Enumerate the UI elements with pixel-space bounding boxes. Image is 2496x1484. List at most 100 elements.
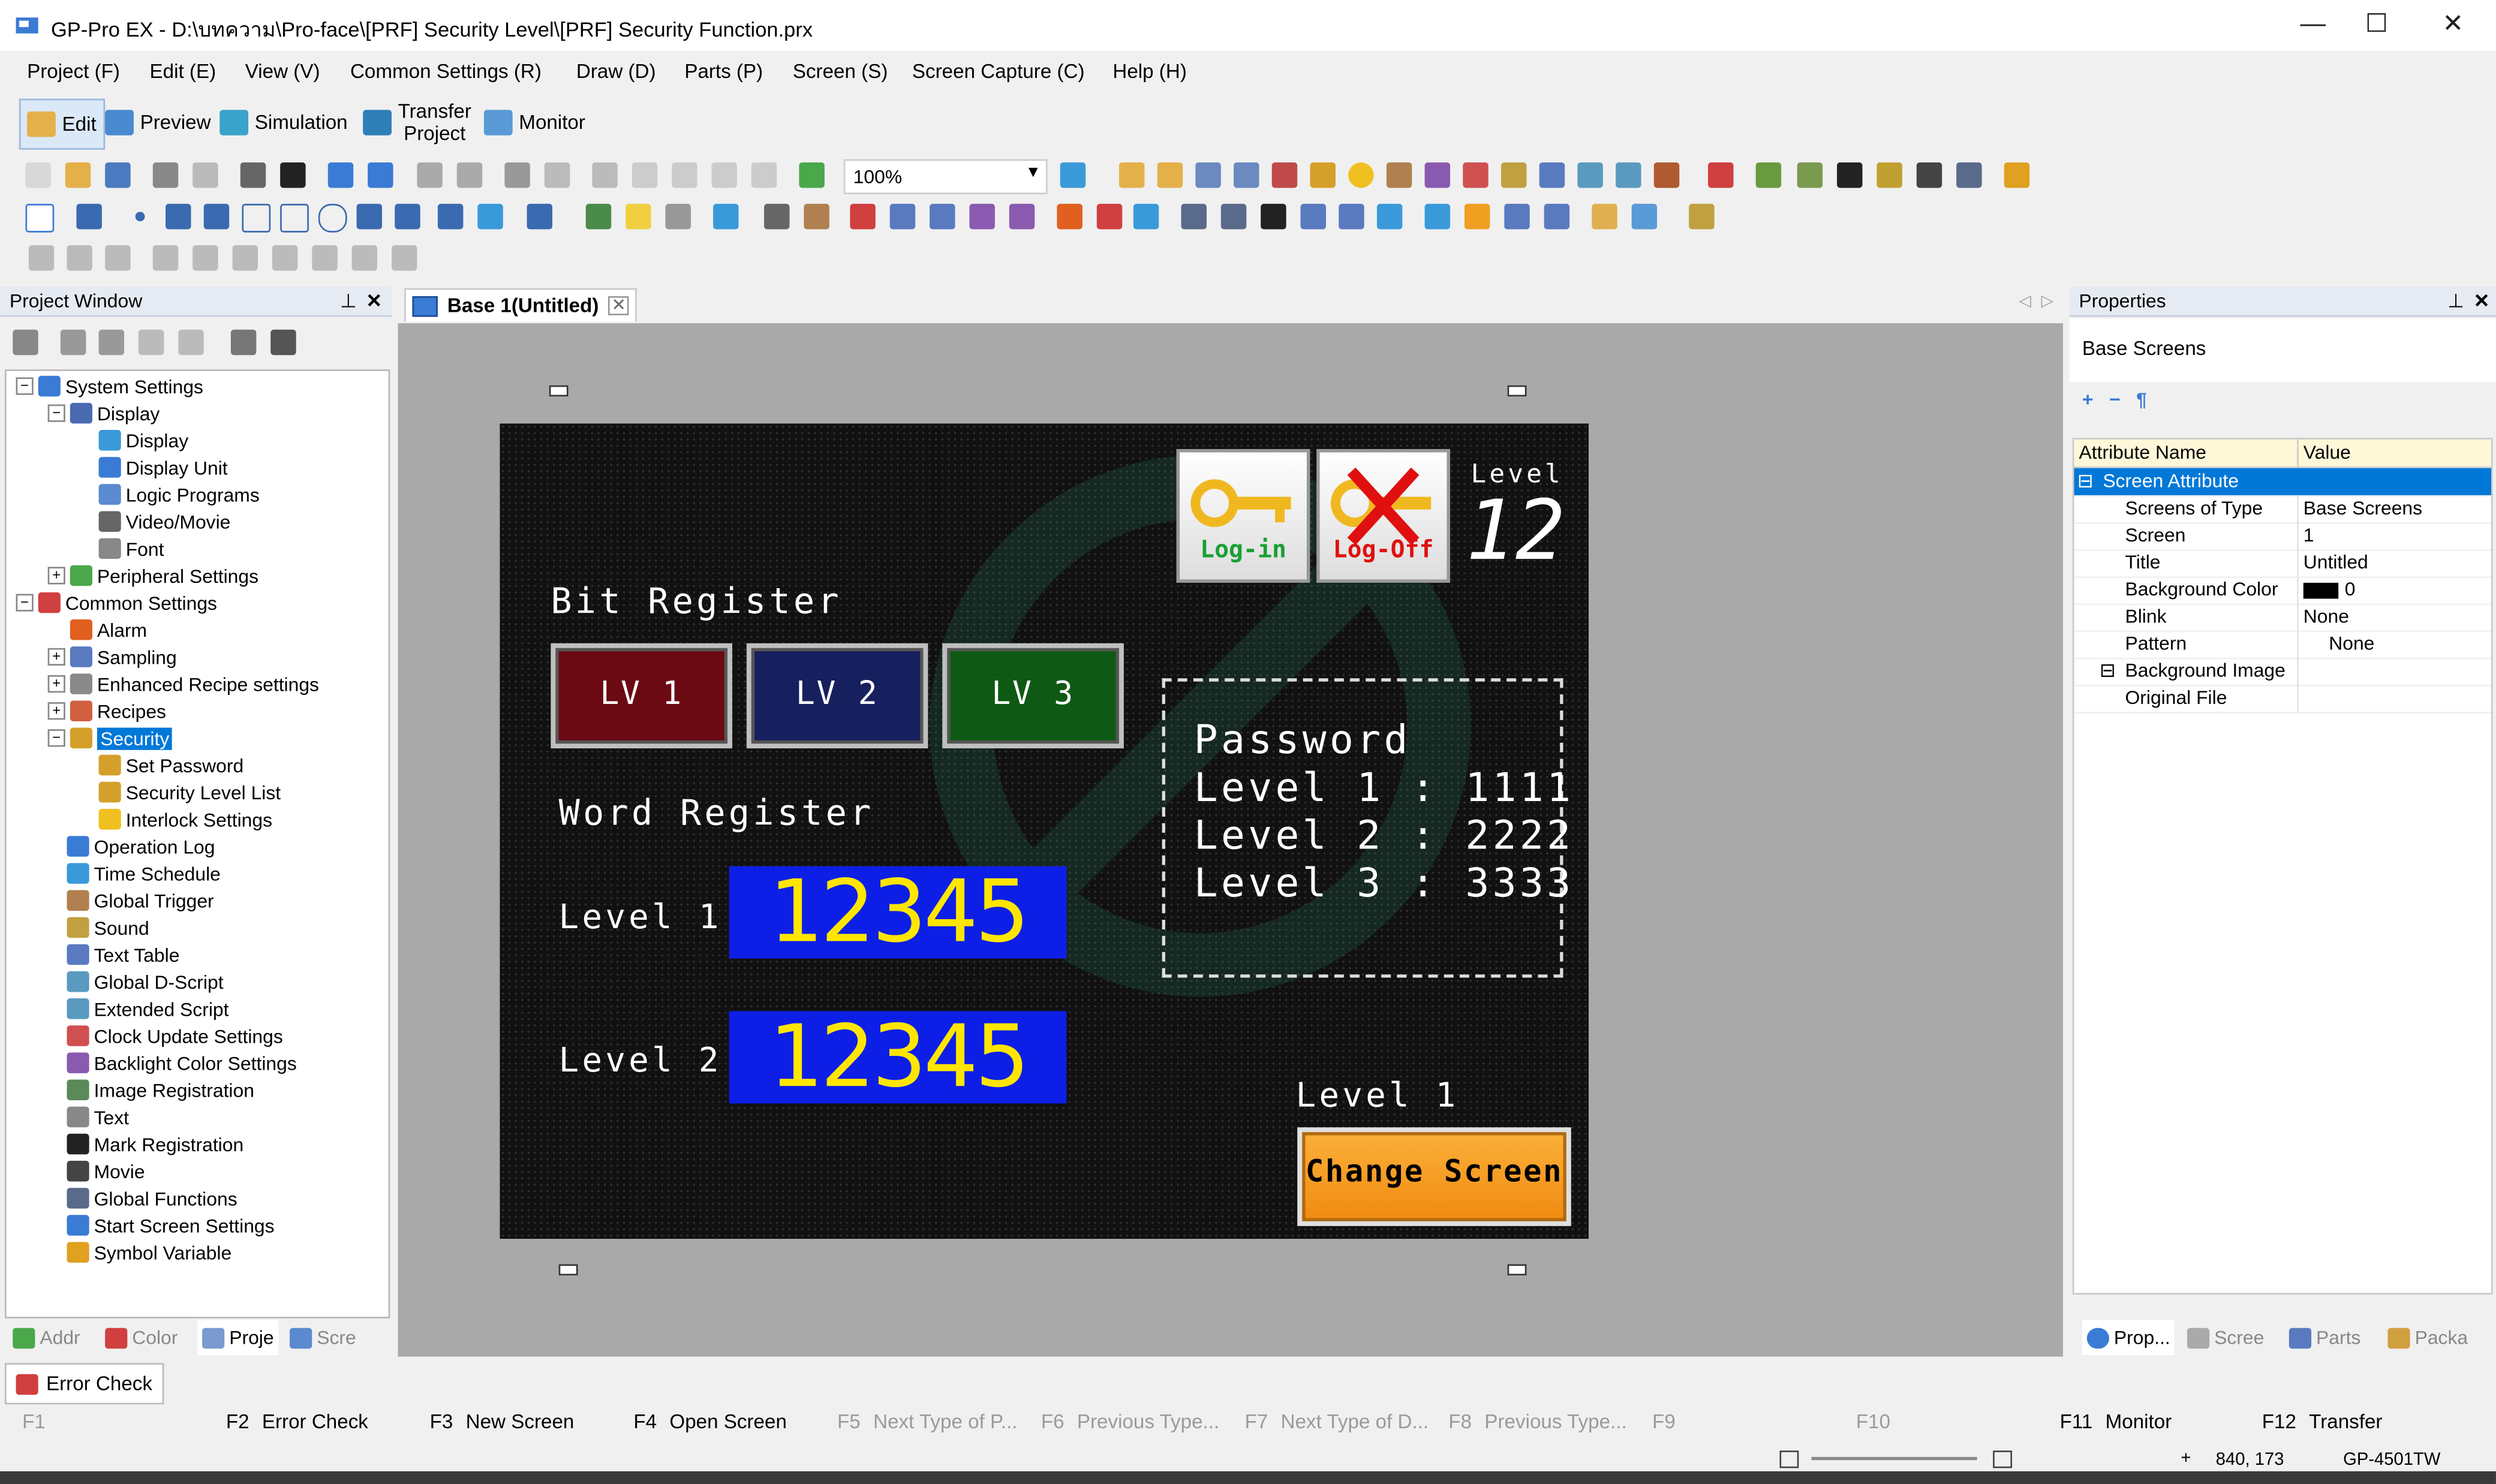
close-button[interactable]: ✕ [2416,0,2489,51]
tb-d7[interactable] [1096,203,1123,230]
minimize-button[interactable]: — [2277,0,2350,51]
lv1-button[interactable]: LV 1 [551,643,732,749]
tab-project[interactable]: Proje [197,1320,279,1355]
expand-icon[interactable]: + [47,648,65,666]
tree-item[interactable]: Movie [48,1158,145,1185]
close-icon[interactable]: ✕ [366,287,382,315]
function-key-f4[interactable]: F4 Open Screen [633,1411,787,1433]
align-left-icon[interactable] [28,245,55,271]
tb-c21[interactable] [1916,162,1942,188]
preview-button[interactable]: Preview [105,99,211,147]
tab-scroll-right-icon[interactable]: ▷ [2041,293,2053,311]
print-preview-icon[interactable] [193,162,218,188]
select-tool-icon[interactable] [25,203,55,233]
tb-d9[interactable] [1181,203,1207,230]
level1-value-display[interactable]: 12345 [729,865,1067,959]
lv3-button[interactable]: LV 3 [942,643,1124,749]
tb-e2[interactable] [152,245,179,271]
tab-scroll-left-icon[interactable]: ◁ [2019,293,2031,311]
tree-item[interactable]: + Enhanced Recipe settings [47,670,319,697]
menu-edit[interactable]: Edit (E) [150,61,216,83]
property-value[interactable]: 1 [2297,522,2314,550]
undo-icon[interactable] [504,162,530,188]
redo-icon[interactable] [544,162,570,188]
collapse-icon[interactable]: ⊟ [2077,468,2094,495]
text-tool-icon[interactable] [76,203,102,230]
tb-d17[interactable] [1504,203,1530,230]
collapse-all-icon[interactable]: − [2109,389,2121,411]
tb-d3[interactable] [804,203,829,230]
tree-item[interactable]: − Security [47,724,173,751]
property-value[interactable]: None [2297,630,2374,658]
tb-d21[interactable] [1689,203,1715,230]
function-key-f12[interactable]: F12 Transfer [2262,1411,2383,1433]
property-row[interactable]: Blink None [2074,603,2491,633]
tab-screen-list[interactable]: Scre [290,1320,356,1354]
switch-tool-icon[interactable] [585,203,612,230]
tb-icon-b[interactable] [456,162,483,188]
close-tab-icon[interactable]: ✕ [608,296,630,315]
open-screen-icon[interactable] [368,162,393,188]
expand-all-icon[interactable]: + [2082,389,2094,411]
edit-mode-button[interactable]: Edit [19,98,104,150]
paragraph-icon[interactable]: ¶ [2136,389,2147,411]
paste-icon[interactable] [672,162,697,188]
tree-item[interactable]: Global Trigger [48,887,214,914]
tree-item[interactable]: Alarm [48,616,147,643]
tb-c16[interactable] [1708,162,1734,188]
tree-item[interactable]: − Display [47,400,160,427]
property-row[interactable]: ⊟ Background Image [2074,657,2491,687]
line-tool-icon[interactable] [166,203,191,230]
property-row[interactable]: Screens of Type Base Screens [2074,495,2491,524]
tb-d5[interactable] [969,203,995,230]
maximize-button[interactable]: ☐ [2340,0,2413,51]
tree-item[interactable]: Global D-Script [48,968,224,995]
tree-item[interactable]: Font [80,535,164,562]
zoom-slider[interactable] [1811,1456,1977,1461]
tb-d11[interactable] [1261,203,1286,230]
lv2-button[interactable]: LV 2 [746,643,928,749]
tb-e5[interactable] [272,245,298,271]
tree-item[interactable]: Display [80,427,188,454]
tb-c9[interactable] [1424,162,1451,188]
print-icon[interactable] [152,162,179,188]
tb-e6[interactable] [312,245,338,271]
tree-item[interactable]: Time Schedule [48,860,221,887]
zoom-select[interactable]: 100% ▼ [843,159,1048,194]
editor-canvas[interactable]: Bit Register LV 1 LV 2 LV 3 Word Registe… [398,323,2063,1357]
tb-d6[interactable] [1009,203,1035,230]
level2-value-display[interactable]: 12345 [729,1010,1067,1104]
polygon-tool-icon[interactable] [280,203,309,233]
pw-tool-4-icon[interactable] [138,329,164,356]
menu-common-settings[interactable]: Common Settings (R) [350,61,542,83]
tb-c13[interactable] [1577,162,1603,188]
tb-sound-icon[interactable] [1501,162,1527,188]
menu-screen[interactable]: Screen (S) [793,61,888,83]
tb-d12[interactable] [1300,203,1327,230]
polyline-tool-icon[interactable] [203,203,230,230]
function-key-f5[interactable]: F5 Next Type of P... [837,1411,1017,1433]
copy-screen-icon[interactable] [240,162,266,188]
data-display-icon[interactable] [713,203,739,230]
login-button[interactable]: Log-in [1176,448,1310,583]
logoff-button[interactable]: Log-Off [1316,448,1451,583]
resize-handle-br[interactable] [1507,1264,1527,1276]
pw-delete-icon[interactable] [178,329,204,356]
tb-d15[interactable] [1424,203,1451,230]
tb-icon-a[interactable] [417,162,443,188]
function-key-f7[interactable]: F7 Next Type of D... [1245,1411,1429,1433]
trend-graph-icon[interactable] [889,203,916,230]
tree-item[interactable]: − System Settings [16,372,203,399]
tb-c5[interactable] [1271,162,1298,188]
tb-c15[interactable] [1653,162,1680,188]
cut-icon[interactable] [592,162,618,188]
pw-tool-3-icon[interactable] [98,329,125,356]
expand-icon[interactable]: + [47,675,65,693]
collapse-icon[interactable]: − [16,594,34,612]
pin-icon[interactable]: ⊥ [340,287,357,315]
property-value[interactable]: 0 [2297,576,2356,604]
tb-e3[interactable] [193,245,218,271]
resize-handle-tl[interactable] [549,385,569,397]
tree-item[interactable]: Clock Update Settings [48,1022,283,1049]
tab-properties[interactable]: Prop... [2082,1320,2175,1355]
